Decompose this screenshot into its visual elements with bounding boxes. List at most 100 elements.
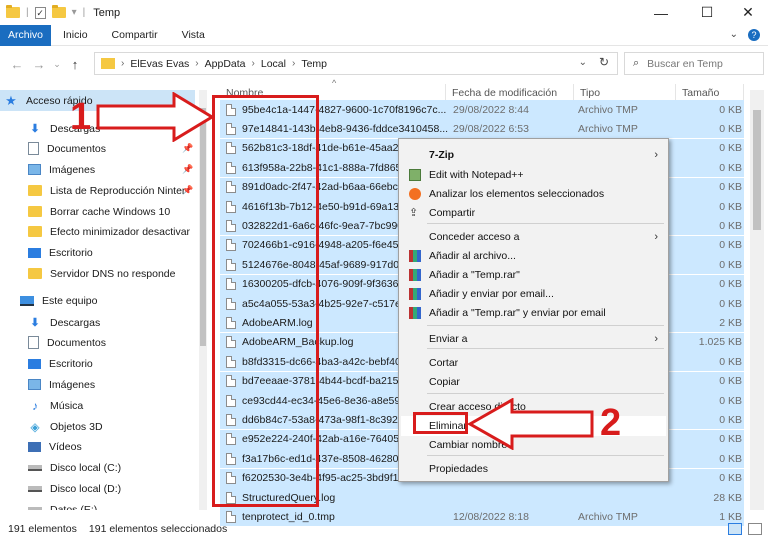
sidebar-item[interactable]: Lista de Reproducción Ninter 📌 [0,180,195,201]
menu-item-label: 7-Zip [429,149,455,161]
tab-inicio[interactable]: Inicio [51,25,100,46]
large-icons-view-icon[interactable] [748,523,762,535]
details-view-icon[interactable] [728,523,742,535]
refresh-icon[interactable]: ↻ [599,55,609,69]
menu-item-label: Enviar a [429,333,468,345]
sidebar-item[interactable]: ⬇ Descargas [0,312,195,333]
close-button[interactable]: ✕ [726,0,768,25]
menu-item-share[interactable]: ⇪ Compartir [401,203,666,223]
menu-item-7zip[interactable]: 7-Zip › [401,145,666,165]
forward-button[interactable]: → [28,57,50,72]
sidebar-item[interactable]: Disco local (C:) [0,457,195,478]
file-list-scroll-thumb[interactable] [753,110,761,230]
sidebar-item[interactable]: Este equipo [0,290,195,311]
breadcrumb-local[interactable]: Local [261,58,286,70]
nav-scrollbar[interactable] [199,90,207,510]
search-input[interactable]: Buscar en Temp [647,58,723,70]
address-dropdown-icon[interactable]: ⌄ [579,57,587,68]
file-list-scrollbar[interactable] [750,90,764,510]
menu-item-add-email[interactable]: Añadir y enviar por email... [401,284,666,304]
file-size: 0 KB [719,122,742,135]
maximize-button[interactable]: ☐ [685,0,729,25]
file-size: 0 KB [719,181,742,194]
annotation-step-2: 2 [600,402,622,444]
recent-locations-button[interactable]: ⌄ [50,59,64,70]
file-size: 0 KB [719,413,742,426]
back-button[interactable]: ← [6,57,28,72]
download-icon: ⬇ [30,123,40,135]
pictures-icon [28,379,41,390]
tab-archivo[interactable]: Archivo [0,24,52,46]
folder-icon[interactable] [6,5,20,18]
sidebar-item[interactable]: Imágenes 📌 [0,159,195,180]
menu-item-properties[interactable]: Propiedades [401,459,666,479]
sidebar-item[interactable]: Documentos [0,332,195,353]
sidebar-item[interactable]: ◈ Objetos 3D [0,416,195,437]
sidebar-item[interactable]: Vídeos [0,436,195,457]
menu-item-label: Analizar los elementos seleccionados [429,188,605,200]
sidebar-item[interactable]: Imágenes [0,374,195,395]
download-icon: ⬇ [30,317,40,329]
menu-item-label: Conceder acceso a [429,231,520,243]
music-icon: ♪ [32,398,38,413]
sidebar-item[interactable]: Escritorio [0,242,195,263]
menu-item-cut[interactable]: Cortar [401,353,666,373]
pin-icon[interactable]: 📌 [182,143,193,154]
expand-ribbon-icon[interactable]: ⌄ [730,29,738,41]
sidebar-item[interactable]: ♪ Música [0,395,195,416]
new-folder-icon[interactable] [51,5,66,18]
sidebar-item[interactable]: Disco local (D:) [0,478,195,499]
star-icon: ★ [5,92,17,108]
sidebar-item-label: Descargas [50,316,101,329]
help-icon[interactable]: ? [748,29,760,41]
tab-vista[interactable]: Vista [170,25,217,46]
sidebar-item-label: Vídeos [49,440,82,453]
pin-icon[interactable]: 📌 [182,185,193,196]
highlight-box-files [212,95,319,507]
share-icon: ⇪ [409,207,419,219]
sidebar-item[interactable]: Borrar cache Windows 10 [0,201,195,222]
sidebar-item[interactable]: Datos (E:) [0,499,195,510]
documents-icon [28,336,39,349]
pin-icon[interactable]: 📌 [182,164,193,175]
menu-separator [427,325,664,326]
nav-scroll-thumb[interactable] [200,108,206,346]
menu-item-label: Copiar [429,376,460,388]
file-type: Archivo TMP [578,122,638,135]
menu-item-notepadpp[interactable]: Edit with Notepad++ [401,165,666,185]
desktop-icon [28,358,41,369]
menu-item-grant-access[interactable]: Conceder acceso a › [401,227,666,247]
breadcrumb-separator: › [251,58,255,69]
menu-item-add-temp-rar[interactable]: Añadir a "Temp.rar" [401,265,666,285]
menu-item-copy[interactable]: Copiar [401,372,666,392]
sidebar-item-label: Disco local (C:) [50,461,122,474]
customize-qa-dropdown[interactable]: ▾ [72,7,77,18]
quick-access-toolbar: | ✓ ▾ | [6,5,85,19]
file-size: 0 KB [719,297,742,310]
file-size: 0 KB [719,433,742,446]
tab-compartir[interactable]: Compartir [100,25,170,46]
sidebar-item[interactable]: Escritorio [0,353,195,374]
breadcrumb-temp[interactable]: Temp [301,58,327,70]
videos-icon [28,441,41,452]
ribbon-tabs: Archivo Inicio Compartir Vista ⌄ ? [0,24,768,46]
up-button[interactable]: ↑ [64,57,86,72]
menu-item-add-archive[interactable]: Añadir al archivo... [401,246,666,266]
file-size: 28 KB [713,491,742,504]
sidebar-item-label: Imágenes [49,378,96,391]
status-bar: 191 elementos 191 elementos seleccionado… [0,518,768,540]
menu-item-add-temp-rar-email[interactable]: Añadir a "Temp.rar" y enviar por email [401,303,666,323]
breadcrumb-user[interactable]: ElEvas Evas [130,58,189,70]
sort-ascending-icon: ^ [332,78,337,88]
minimize-button[interactable]: — [639,0,683,25]
item-count: 191 elementos [8,523,77,535]
breadcrumb-appdata[interactable]: AppData [205,58,246,70]
menu-item-label: Añadir y enviar por email... [429,288,554,300]
search-box[interactable]: ⌕ Buscar en Temp [624,52,764,75]
menu-item-analyze[interactable]: Analizar los elementos seleccionados [401,184,666,204]
properties-icon[interactable]: ✓ [34,6,46,19]
address-bar[interactable]: › ElEvas Evas › AppData › Local › Temp ⌄… [94,52,618,75]
sidebar-item[interactable]: Efecto minimizador desactivar [0,221,195,242]
sidebar-item[interactable]: Servidor DNS no responde [0,263,195,284]
menu-item-send-to[interactable]: Enviar a › [401,329,666,349]
